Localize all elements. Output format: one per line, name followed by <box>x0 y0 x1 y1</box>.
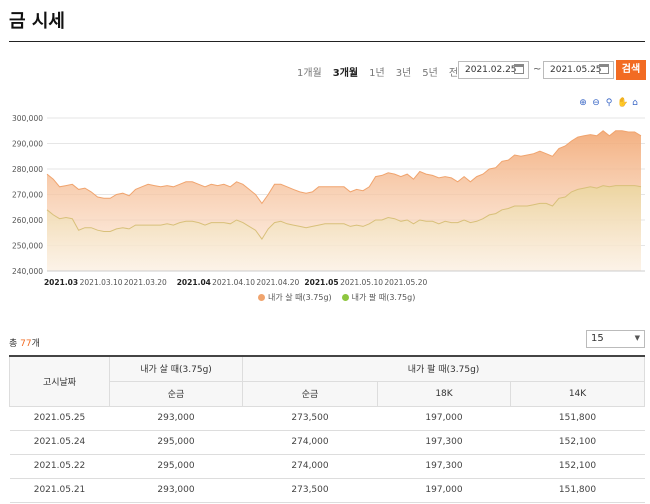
table-cell: 197,000 <box>377 406 511 431</box>
table-cell: 293,000 <box>109 478 243 503</box>
period-tabs: 1개월 3개월 1년 3년 5년 전체 <box>297 64 467 79</box>
x-tick-label: 2021.05.10 <box>340 278 383 287</box>
date-from-input[interactable]: 2021.02.25 <box>458 61 529 79</box>
x-tick-label: 2021.03 <box>44 278 78 287</box>
home-icon[interactable]: ⌂ <box>630 98 640 108</box>
calendar-icon[interactable] <box>514 64 524 74</box>
tab-3-months[interactable]: 3개월 <box>333 64 358 79</box>
table-cell: 197,300 <box>377 454 511 479</box>
y-tick-label: 240,000 <box>12 267 43 276</box>
table-row: 2021.05.22 295,000 274,000 197,300 152,100 <box>9 454 645 479</box>
table-cell: 273,500 <box>242 406 378 431</box>
zoom-in-icon[interactable]: ⊕ <box>578 98 588 108</box>
price-table: 고시날짜 내가 살 때(3.75g) 내가 팔 때(3.75g) 순금 순금 1… <box>9 355 645 503</box>
x-tick-label: 2021.05 <box>304 278 338 287</box>
table-cell: 197,000 <box>377 478 511 503</box>
zoom-out-icon[interactable]: ⊖ <box>591 98 601 108</box>
magnify-icon[interactable]: ⚲ <box>604 98 614 108</box>
x-tick-label: 2021.04.20 <box>256 278 299 287</box>
page-size-select[interactable]: 15 ▼ <box>586 330 645 348</box>
table-cell: 2021.05.22 <box>9 454 110 479</box>
col-sell-header: 내가 팔 때(3.75g) <box>242 355 645 382</box>
x-tick-label: 2021.05.20 <box>384 278 427 287</box>
tab-5-years[interactable]: 5년 <box>422 64 438 79</box>
legend-item-buy[interactable]: 내가 살 때(3.75g) <box>258 292 332 303</box>
table-cell: 197,300 <box>377 430 511 455</box>
page-title: 금 시세 <box>9 11 65 32</box>
y-tick-label: 260,000 <box>12 216 43 225</box>
table-cell: 273,500 <box>242 478 378 503</box>
pan-hand-icon[interactable]: ✋ <box>617 98 628 108</box>
table-cell: 295,000 <box>109 454 243 479</box>
x-tick-label: 2021.04.10 <box>212 278 255 287</box>
table-cell: 152,100 <box>510 454 645 479</box>
table-cell: 274,000 <box>242 454 378 479</box>
table-cell: 152,100 <box>510 430 645 455</box>
chart-toolbar: ⊕ ⊖ ⚲ ✋ ⌂ <box>578 98 640 108</box>
table-cell: 151,800 <box>510 478 645 503</box>
x-tick-label: 2021.03.10 <box>80 278 123 287</box>
legend-item-sell[interactable]: 내가 팔 때(3.75g) <box>341 292 415 303</box>
sub-buy-pure: 순금 <box>109 380 243 407</box>
col-buy-header: 내가 살 때(3.75g) <box>109 355 243 382</box>
total-count: 총 77개 <box>9 339 40 349</box>
y-tick-label: 250,000 <box>12 242 43 251</box>
table-row: 2021.05.21 293,000 273,500 197,000 151,800 <box>9 478 645 503</box>
chart-legend: 내가 살 때(3.75g) 내가 팔 때(3.75g) <box>258 292 415 303</box>
table-cell: 274,000 <box>242 430 378 455</box>
sub-sell-pure: 순금 <box>242 380 378 407</box>
table-cell: 293,000 <box>109 406 243 431</box>
search-button[interactable]: 검색 <box>616 60 646 80</box>
tab-1-year[interactable]: 1년 <box>369 64 385 79</box>
table-cell: 151,800 <box>510 406 645 431</box>
table-cell: 295,000 <box>109 430 243 455</box>
x-tick-label: 2021.04 <box>177 278 211 287</box>
date-from-value: 2021.02.25 <box>465 65 517 75</box>
tab-3-years[interactable]: 3년 <box>396 64 412 79</box>
y-tick-label: 290,000 <box>12 140 43 149</box>
table-cell: 2021.05.24 <box>9 430 110 455</box>
table-row: 2021.05.24 295,000 274,000 197,300 152,100 <box>9 430 645 455</box>
y-tick-label: 280,000 <box>12 165 43 174</box>
sub-14k: 14K <box>510 380 645 407</box>
x-tick-label: 2021.03.20 <box>124 278 167 287</box>
y-tick-label: 270,000 <box>12 191 43 200</box>
tab-1-month[interactable]: 1개월 <box>297 64 322 79</box>
col-date-header: 고시날짜 <box>9 355 110 407</box>
date-to-input[interactable]: 2021.05.25 <box>543 61 614 79</box>
gold-price-chart: 240,000 250,000 260,000 270,000 280,000 290,0… <box>12 114 645 287</box>
chevron-down-icon: ▼ <box>634 334 640 342</box>
table-cell: 2021.05.25 <box>9 406 110 431</box>
date-to-value: 2021.05.25 <box>550 65 602 75</box>
sub-18k: 18K <box>377 380 511 407</box>
y-tick-label: 300,000 <box>12 114 43 123</box>
table-cell: 2021.05.21 <box>9 478 110 503</box>
table-row: 2021.05.25 293,000 273,500 197,000 151,800 <box>9 406 645 431</box>
date-separator: ~ <box>533 64 542 75</box>
calendar-icon[interactable] <box>599 64 609 74</box>
title-divider <box>9 41 645 42</box>
